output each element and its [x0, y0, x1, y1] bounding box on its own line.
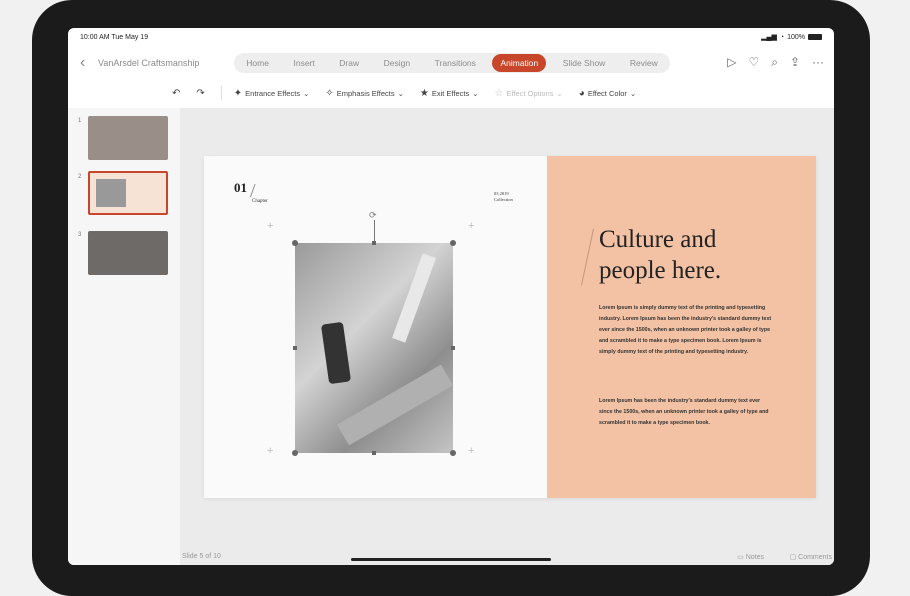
- slide-left-panel: 01 / Chapter 03 2019 Collection + + + + …: [204, 156, 547, 498]
- effect-options-label: Effect Options: [506, 88, 554, 98]
- chapter-label: Chapter: [252, 199, 268, 204]
- undo-button[interactable]: ↶: [172, 88, 180, 99]
- undo-icon: ↶: [172, 87, 181, 99]
- accent-slash: [580, 228, 595, 286]
- slide-thumbnail-1[interactable]: [88, 116, 168, 160]
- plus-icon: +: [267, 445, 274, 457]
- thread-spool: [320, 321, 352, 385]
- resize-handle[interactable]: [451, 346, 455, 350]
- battery-icon: [808, 34, 822, 40]
- home-indicator[interactable]: [351, 558, 551, 561]
- effect-options-button[interactable]: ☆ Effect Options ⌄: [495, 88, 563, 99]
- resize-handle[interactable]: [450, 240, 456, 246]
- tab-draw[interactable]: Draw: [331, 54, 367, 72]
- signal-icon: ▂▄▆: [761, 34, 777, 41]
- entrance-effects-label: Entrance Effects: [245, 88, 301, 98]
- comment-icon: ▢: [789, 554, 797, 561]
- notes-label: Notes: [745, 554, 764, 561]
- redo-icon: ↷: [196, 87, 205, 99]
- heading-line: people here.: [599, 257, 722, 284]
- ribbon-tabs: Home Insert Draw Design Transitions Anim…: [234, 53, 670, 73]
- status-bar: 10:00 AM Tue May 19 ▂▄▆ ◔ 100%: [68, 28, 834, 46]
- slide-thumbnail-pane: 1 2 3: [68, 108, 180, 565]
- chapter-number: 01: [234, 180, 247, 195]
- tab-review[interactable]: Review: [622, 54, 666, 72]
- heading-line: Culture and: [599, 226, 717, 253]
- resize-handle[interactable]: [372, 451, 376, 455]
- status-time: 10:00 AM Tue May 19: [80, 34, 149, 41]
- plus-icon: +: [267, 220, 274, 232]
- collection-line: Collection: [494, 197, 513, 202]
- tab-animation[interactable]: Animation: [492, 54, 547, 72]
- search-icon[interactable]: ⌕: [771, 55, 778, 70]
- palette-icon: ◕: [578, 87, 585, 99]
- chevron-down-icon: ⌄: [472, 88, 479, 98]
- entrance-effects-button[interactable]: ✦ Entrance Effects ⌄: [234, 88, 310, 99]
- plus-icon: +: [468, 220, 475, 232]
- resize-handle[interactable]: [292, 240, 298, 246]
- body-paragraph: Lorem Ipsum is simply dummy text of the …: [599, 305, 772, 355]
- chevron-down-icon: ⌄: [397, 88, 404, 98]
- effect-color-button[interactable]: ◕ Effect Color ⌄: [579, 88, 636, 99]
- resize-handle[interactable]: [450, 450, 456, 456]
- resize-handle[interactable]: [372, 241, 376, 245]
- resize-handle[interactable]: [293, 346, 297, 350]
- chevron-down-icon: ⌄: [556, 88, 563, 98]
- thumbnail-number: 3: [78, 232, 82, 238]
- tab-home[interactable]: Home: [238, 54, 277, 72]
- lightbulb-icon[interactable]: ♡: [748, 55, 759, 70]
- tab-design[interactable]: Design: [376, 54, 418, 72]
- battery-percent: 100%: [787, 33, 805, 41]
- tab-slide-show[interactable]: Slide Show: [555, 54, 614, 72]
- current-slide[interactable]: 01 / Chapter 03 2019 Collection + + + + …: [204, 156, 816, 498]
- resize-handle[interactable]: [292, 450, 298, 456]
- comments-button[interactable]: ▢ Comments: [790, 553, 832, 561]
- entrance-effects-icon: ✦: [233, 87, 243, 99]
- thumbnail-image: [96, 179, 126, 207]
- date-block: 03 2019 Collection: [494, 191, 513, 203]
- slide-heading: Culture and people here.: [599, 224, 721, 286]
- thumbnail-number: 2: [78, 174, 82, 180]
- notes-icon: ▭: [737, 554, 744, 561]
- document-title[interactable]: VanArsdel Craftsmanship: [98, 58, 199, 68]
- more-icon[interactable]: ···: [812, 55, 824, 70]
- tab-transitions[interactable]: Transitions: [427, 54, 484, 72]
- top-bar: ‹ VanArsdel Craftsmanship Home Insert Dr…: [68, 46, 834, 80]
- slide-right-panel: Culture and people here. Lorem Ipsum is …: [547, 156, 816, 498]
- effect-color-label: Effect Color: [587, 88, 627, 98]
- selected-image[interactable]: [295, 243, 453, 453]
- chevron-down-icon: ⌄: [629, 88, 637, 98]
- exit-effects-icon: ★: [419, 87, 429, 99]
- ribbon-divider: [220, 86, 222, 100]
- wood-plank: [337, 364, 453, 446]
- tab-insert[interactable]: Insert: [285, 54, 322, 72]
- app-screen: 10:00 AM Tue May 19 ▂▄▆ ◔ 100% ‹ VanArsd…: [68, 28, 834, 565]
- chevron-down-icon: ⌄: [303, 88, 310, 98]
- exit-effects-label: Exit Effects: [431, 88, 470, 98]
- slide-thumbnail-3[interactable]: [88, 231, 168, 275]
- slide-indicator: Slide 5 of 10: [182, 553, 221, 560]
- effect-options-icon: ☆: [494, 87, 504, 99]
- ribbon-toolbar: ↶ ↷ ✦ Entrance Effects ⌄ ✧ Emphasis Effe…: [68, 80, 834, 106]
- emphasis-effects-button[interactable]: ✧ Emphasis Effects ⌄: [325, 88, 404, 99]
- comments-label: Comments: [798, 554, 832, 561]
- thumbnail-number: 1: [78, 118, 82, 124]
- emphasis-effects-label: Emphasis Effects: [336, 88, 395, 98]
- play-icon[interactable]: ▷: [727, 55, 736, 70]
- rotate-stem: [374, 220, 375, 242]
- rotate-handle-icon[interactable]: ⟳: [369, 210, 377, 221]
- emphasis-effects-icon: ✧: [325, 87, 334, 99]
- slide-thumbnail-2[interactable]: [88, 171, 168, 215]
- notes-button[interactable]: ▭ Notes: [737, 553, 764, 561]
- exit-effects-button[interactable]: ★ Exit Effects ⌄: [420, 88, 479, 99]
- ruler: [392, 253, 436, 343]
- slide-canvas: 01 / Chapter 03 2019 Collection + + + + …: [180, 108, 834, 565]
- share-icon[interactable]: ⇪: [790, 55, 800, 70]
- wifi-icon: ◔: [779, 33, 785, 41]
- back-icon[interactable]: ‹: [80, 54, 85, 72]
- plus-icon: +: [468, 445, 475, 457]
- body-paragraph: Lorem Ipsum has been the industry's stan…: [599, 398, 769, 426]
- redo-button[interactable]: ↷: [196, 88, 204, 99]
